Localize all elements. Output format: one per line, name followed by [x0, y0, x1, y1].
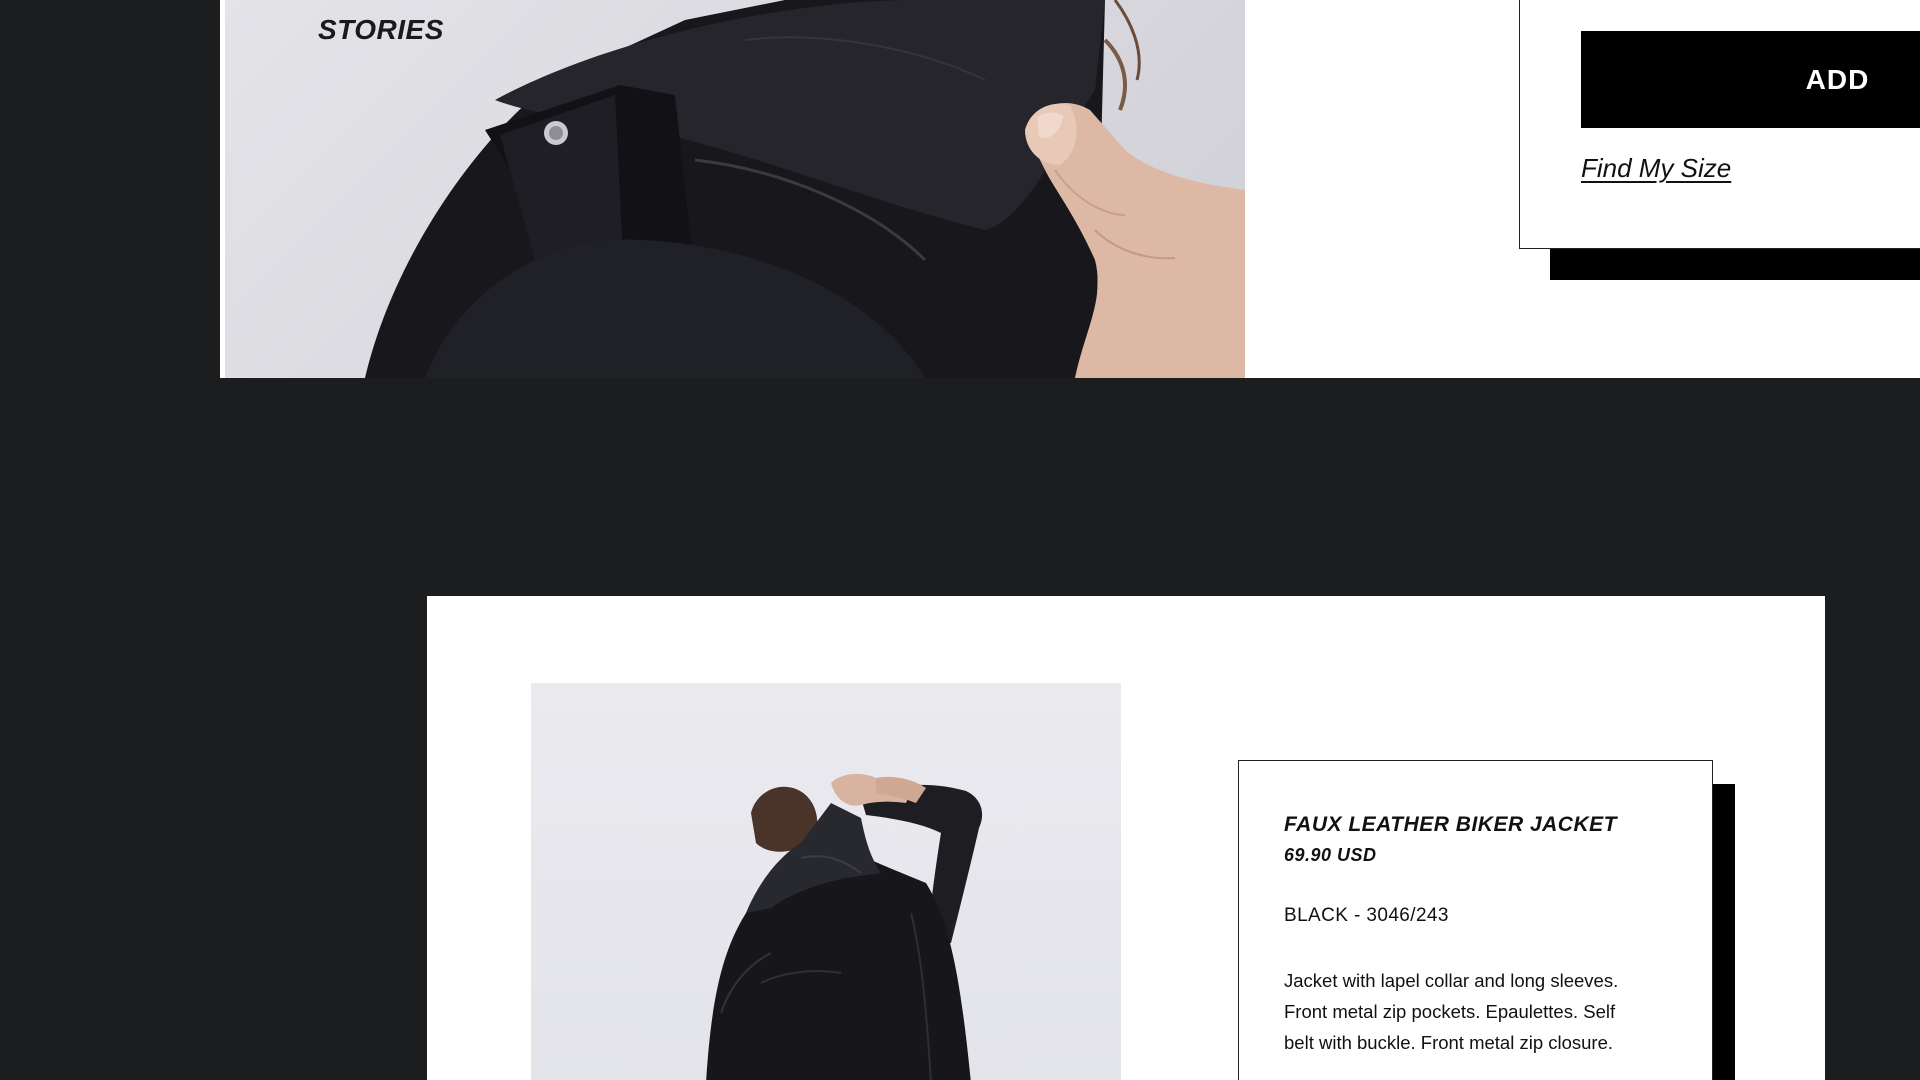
model-back-view-photo — [531, 683, 1121, 1080]
product-color-reference: BLACK - 3046/243 — [1284, 905, 1449, 926]
product-title: FAUX LEATHER BIKER JACKET — [1284, 813, 1617, 836]
jacket-collar-closeup-photo: STORIES — [225, 0, 1245, 378]
find-my-size-link[interactable]: Find My Size — [1581, 153, 1731, 184]
bottom-product-panel: FAUX LEATHER BIKER JACKET 69.90 USD BLAC… — [427, 596, 1825, 1080]
collar-illustration — [365, 0, 1245, 378]
add-to-cart-card: ADD Find My Size — [1519, 0, 1920, 249]
top-product-panel: STORIES ADD Find My Size — [220, 0, 1920, 378]
product-price: 69.90 USD — [1284, 845, 1377, 865]
product-description-line: Jacket with lapel collar and long sleeve… — [1284, 970, 1619, 991]
product-info-card: FAUX LEATHER BIKER JACKET 69.90 USD BLAC… — [1238, 760, 1713, 1080]
info-card-shadow — [1713, 784, 1735, 1080]
product-description-line: belt with buckle. Front metal zip closur… — [1284, 1032, 1614, 1053]
product-description-line: Front metal zip pockets. Epaulettes. Sel… — [1284, 1001, 1616, 1022]
stories-label: STORIES — [318, 14, 444, 45]
product-description: Jacket with lapel collar and long sleeve… — [1284, 965, 1684, 1058]
add-button[interactable]: ADD — [1581, 31, 1920, 128]
model-illustration — [706, 773, 983, 1080]
